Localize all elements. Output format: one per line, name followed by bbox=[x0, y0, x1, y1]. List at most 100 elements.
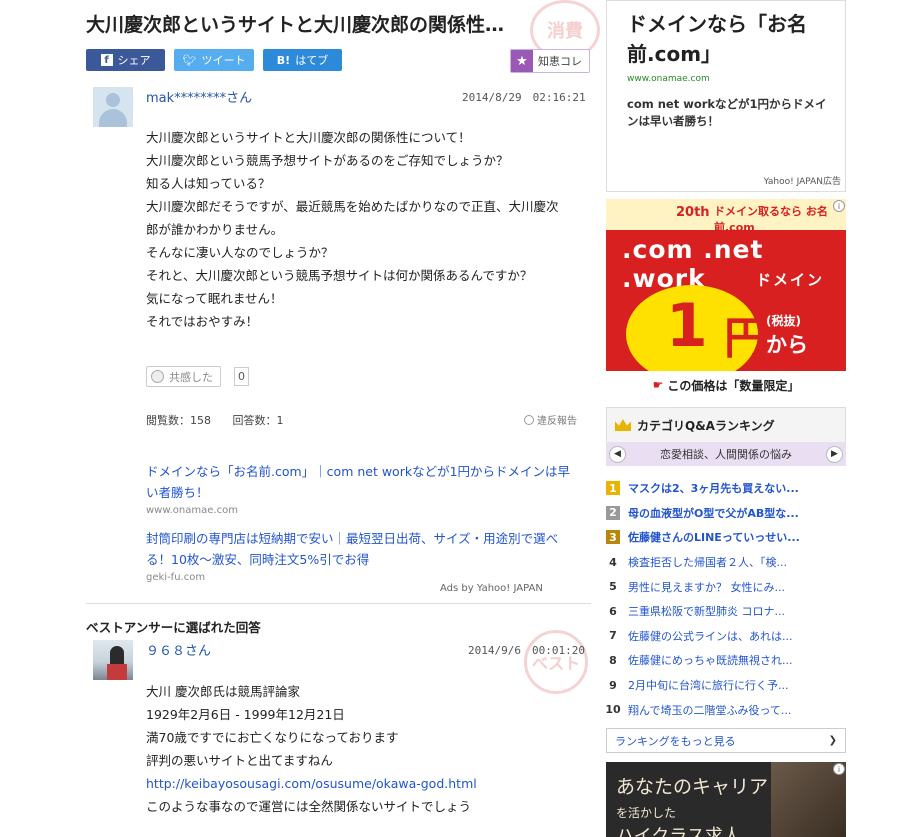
report-link[interactable]: 違反報告 bbox=[524, 412, 577, 427]
ranking-item-title[interactable]: 佐藤健の公式ラインは、あれは... bbox=[628, 628, 793, 644]
text-ad-url: www.onamae.com bbox=[146, 505, 238, 516]
ranking-list: 1 マスクは2、3ヶ月先も買えない... 2 母の血液型がO型で父がAB型な... … bbox=[605, 476, 846, 722]
question-line: それではおやすみ！ bbox=[146, 314, 259, 329]
star-icon: ★ bbox=[511, 50, 533, 72]
ranking-item-title[interactable]: 男性に見えますか？ 女性にみ... bbox=[628, 579, 785, 595]
banner-yen: 円 bbox=[724, 313, 768, 364]
ranking-item[interactable]: 10 翔んで埼玉の二階堂ふみ役って... bbox=[605, 697, 846, 722]
question-line: 知る人は知っている？ bbox=[146, 176, 271, 191]
answerer-avatar[interactable] bbox=[93, 640, 133, 680]
twitter-share-button[interactable]: 🐦︎ ツイート bbox=[174, 49, 254, 71]
ranking-more-button[interactable]: ランキングをもっと見る ❯ bbox=[606, 728, 846, 753]
question-line: 大川慶次郎という競馬予想サイトがあるのをご存知でしょうか？ bbox=[146, 153, 509, 168]
answer-line: 満70歳ですでにお亡くなりになっております bbox=[146, 730, 399, 745]
rank-number: 3 bbox=[606, 530, 620, 545]
onamae-banner-ad[interactable]: 20th ドメイン取るなら お名前.com .com .net .work ドメ… bbox=[606, 199, 846, 399]
chie-kore-label: 知恵コレ bbox=[538, 55, 582, 68]
ranking-item-title[interactable]: マスクは2、3ヶ月先も買えない... bbox=[628, 480, 799, 496]
ranking-item-title[interactable]: 翔んで埼玉の二階堂ふみ役って... bbox=[628, 702, 791, 718]
answer-line: 大川 慶次郎氏は競馬評論家 bbox=[146, 684, 300, 699]
ad-info-icon[interactable]: i bbox=[833, 763, 845, 775]
ranking-item-title[interactable]: 佐藤健にめっちゃ既読無視され... bbox=[628, 652, 793, 668]
banner-price: 1 bbox=[666, 291, 708, 361]
ad-info-icon[interactable]: i bbox=[833, 200, 845, 212]
sidebar-ad-url: www.onamae.com bbox=[627, 74, 710, 84]
next-category-icon[interactable]: ▶ bbox=[826, 445, 843, 463]
ranking-title: カテゴリQ&Aランキング bbox=[637, 418, 775, 433]
ranking-header: カテゴリQ&Aランキング bbox=[606, 407, 846, 442]
yahoo-ad-label[interactable]: Yahoo! JAPAN広告 bbox=[764, 174, 841, 187]
ranking-item[interactable]: 1 マスクは2、3ヶ月先も買えない... bbox=[606, 476, 846, 501]
text-ad-title[interactable]: ドメインなら「お名前.com」｜com net workなどが1円からドメインは… bbox=[146, 461, 581, 503]
rank-number: 9 bbox=[609, 678, 617, 692]
kyokan-label: 共感した bbox=[169, 370, 213, 384]
hatena-bookmark-button[interactable]: B! はてブ bbox=[263, 49, 342, 71]
ranking-more-label: ランキングをもっと見る bbox=[615, 734, 736, 748]
rank-number: 10 bbox=[605, 703, 621, 717]
text-ad-title[interactable]: 封筒印刷の専門店は短納期で安い｜最短翌日出荷、サイズ・用途別で選べる！10枚〜激… bbox=[146, 528, 581, 570]
divider bbox=[86, 603, 591, 604]
ranking-item[interactable]: 5 男性に見えますか？ 女性にみ... bbox=[606, 574, 846, 599]
facebook-share-label: シェア bbox=[117, 54, 151, 67]
ranking-item[interactable]: 4 検査拒否した帰国者２人、「検... bbox=[606, 550, 846, 575]
hatena-share-label: はてブ bbox=[295, 54, 329, 67]
text-ad-list: ドメインなら「お名前.com」｜com net workなどが1円からドメインは… bbox=[146, 461, 581, 595]
smile-icon bbox=[151, 370, 164, 383]
banner-bottom: ☛ この価格は「数量限定」 bbox=[606, 371, 846, 399]
question-line: 気になって眠れません！ bbox=[146, 291, 283, 306]
banner-brand: ドメイン取るなら お名前.com bbox=[714, 205, 828, 234]
question-line: それと、大川慶次郎という競馬予想サイトは何か関係あるんですか？ bbox=[146, 268, 533, 283]
rank-number: 1 bbox=[606, 481, 620, 496]
sidebar-text-ad[interactable]: ドメインなら「お名前.com」 www.onamae.com com net w… bbox=[606, 0, 846, 192]
ranking-item-title[interactable]: 母の血液型がO型で父がAB型な... bbox=[628, 505, 799, 521]
sidebar-ad-headline[interactable]: ドメインなら「お名前.com」 bbox=[627, 9, 837, 69]
answer-line: 1929年2月6日 - 1999年12月21日 bbox=[146, 707, 345, 722]
ranking-item[interactable]: 7 佐藤健の公式ラインは、あれは... bbox=[606, 624, 846, 649]
text-ad-url: geki-fu.com bbox=[146, 572, 206, 583]
chie-kore-button[interactable]: ★ 知恵コレ bbox=[510, 49, 590, 73]
ranking-item[interactable]: 2 母の血液型がO型で父がAB型な... bbox=[606, 501, 846, 526]
ranking-item-title[interactable]: 三重県松阪で新型肺炎 コロナ... bbox=[628, 603, 785, 619]
hand-icon: ☛ bbox=[652, 378, 664, 392]
twitter-share-label: ツイート bbox=[201, 54, 246, 67]
question-line: 郎が誰かわかりません。 bbox=[146, 222, 284, 237]
text-ad: 封筒印刷の専門店は短納期で安い｜最短翌日出荷、サイズ・用途別で選べる！10枚〜激… bbox=[146, 528, 581, 583]
rank-number: 5 bbox=[609, 580, 617, 594]
anniversary-badge: 20th bbox=[676, 205, 710, 220]
answerer-name[interactable]: ９６８さん bbox=[146, 640, 211, 659]
hatena-icon: B! bbox=[276, 53, 291, 67]
questioner-avatar[interactable] bbox=[93, 87, 133, 127]
rank-number: 8 bbox=[609, 653, 617, 667]
answer-timestamp: 2014/9/6 00:01:20 bbox=[468, 644, 585, 657]
ranking-item-title[interactable]: 検査拒否した帰国者２人、「検... bbox=[628, 554, 787, 570]
ranking-item-title[interactable]: 佐藤健さんのLINEっていっせい... bbox=[628, 529, 800, 545]
answer-link[interactable]: http://keibayosousagi.com/osusume/okawa-… bbox=[146, 772, 576, 795]
career-ad-line2: を活かした bbox=[616, 806, 677, 820]
ranking-item[interactable]: 6 三重県松阪で新型肺炎 コロナ... bbox=[606, 599, 846, 624]
kyokan-button[interactable]: 共感した bbox=[146, 366, 221, 387]
rank-number: 7 bbox=[609, 629, 617, 643]
ranking-item[interactable]: 3 佐藤健さんのLINEっていっせい... bbox=[606, 525, 846, 550]
ranking-item[interactable]: 9 2月中旬に台湾に旅行に行く予... bbox=[606, 673, 846, 698]
question-line: 大川慶次郎だそうですが、最近競馬を始めたばかりなので正直、大川慶次 bbox=[146, 199, 559, 214]
sidebar-ad-description: com net workなどが1円からドメインは早い者勝ち！ bbox=[627, 97, 827, 128]
ranking-item[interactable]: 8 佐藤健にめっちゃ既読無視され... bbox=[606, 648, 846, 673]
share-buttons: f シェア 🐦︎ ツイート B! はてブ bbox=[86, 49, 342, 71]
prev-category-icon[interactable]: ◀ bbox=[609, 445, 626, 463]
kyokan-count: 0 bbox=[234, 367, 249, 386]
ranking-category: 恋愛相談、人間関係の悩み bbox=[660, 448, 792, 461]
question-line: そんなに凄い人なのでしょうか？ bbox=[146, 245, 334, 260]
answer-body: 大川 慶次郎氏は競馬評論家 1929年2月6日 - 1999年12月21日 満7… bbox=[146, 680, 576, 818]
ranking-item-title[interactable]: 2月中旬に台湾に旅行に行く予... bbox=[628, 677, 789, 693]
question-title: 大川慶次郎というサイトと大川慶次郎の関係性… bbox=[86, 14, 505, 36]
chevron-right-icon: ❯ bbox=[828, 735, 837, 746]
ads-by-label: Ads by Yahoo! JAPAN bbox=[440, 583, 543, 594]
report-icon bbox=[524, 414, 534, 425]
questioner-name[interactable]: mak********さん bbox=[146, 87, 252, 106]
facebook-share-button[interactable]: f シェア bbox=[86, 49, 165, 71]
question-line: 大川慶次郎というサイトと大川慶次郎の関係性について！ bbox=[146, 130, 471, 145]
banner-kara: から bbox=[766, 333, 808, 357]
crown-icon bbox=[615, 419, 631, 431]
career-banner-ad[interactable]: あなたのキャリア を活かした ハイクラス求人 i bbox=[606, 762, 846, 837]
rank-number: 2 bbox=[606, 505, 620, 520]
